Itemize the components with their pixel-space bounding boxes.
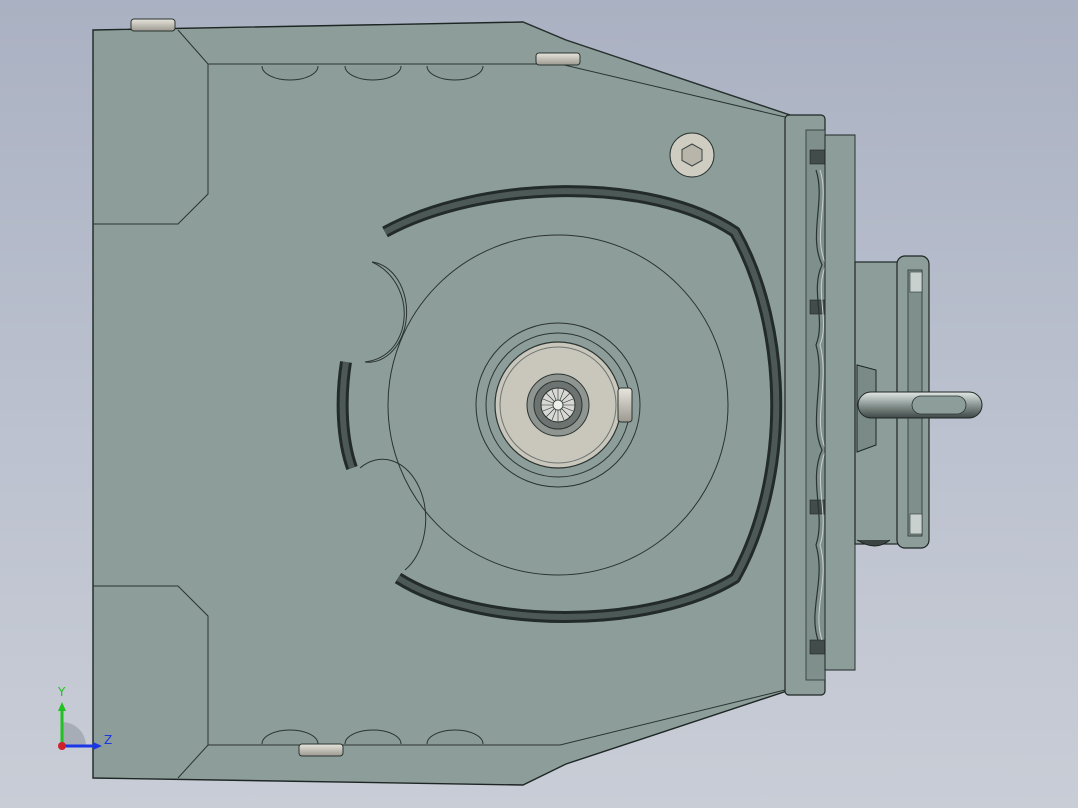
gearbox-model[interactable] <box>0 0 1078 808</box>
axis-triad: Y Z <box>48 684 124 760</box>
y-axis-label: Y <box>57 685 66 699</box>
bolt-bottom <box>298 743 344 757</box>
hex-screw[interactable] <box>669 132 715 178</box>
adapter-flange[interactable] <box>784 114 856 696</box>
lifting-handle[interactable] <box>857 391 983 419</box>
bolt-top-right <box>535 52 581 66</box>
x-axis-dot <box>58 742 66 750</box>
z-axis-label: Z <box>104 733 112 747</box>
bolt-top-left <box>130 18 176 32</box>
cad-3d-viewport[interactable]: Y Z <box>0 0 1078 808</box>
